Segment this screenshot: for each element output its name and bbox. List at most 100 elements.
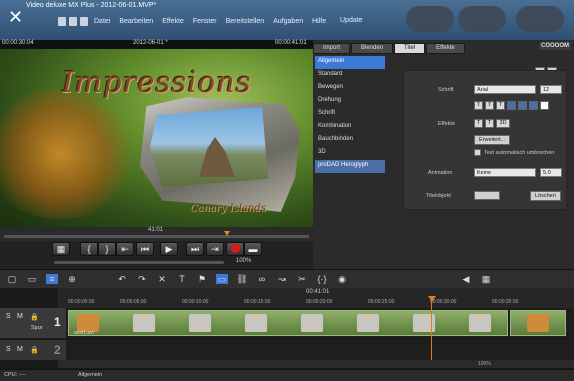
category-bewegen[interactable]: Bewegen [315, 82, 385, 95]
animation-duration[interactable]: 5.0 [540, 168, 562, 177]
video-track-2[interactable]: S M 🔒 2 [0, 340, 574, 360]
zoom-slider[interactable] [54, 261, 224, 264]
butterfly-background [0, 89, 140, 219]
menu-datei[interactable]: Datei [91, 17, 113, 26]
preview-zoom: 100% [0, 257, 313, 267]
category-drehung[interactable]: Drehung [315, 95, 385, 108]
fx-icon[interactable]: {·} [316, 274, 328, 284]
multitrack-view-icon[interactable]: ≡ [46, 274, 58, 284]
tab-import[interactable]: Import [313, 43, 351, 54]
solo-button[interactable]: S [6, 313, 11, 320]
align-left-icon[interactable] [507, 101, 516, 110]
extended-button[interactable]: Erweitert... [474, 135, 511, 145]
category-schrift[interactable]: Schrift [315, 108, 385, 121]
title-object-button[interactable] [474, 191, 500, 200]
wrap-text-checkbox[interactable] [474, 149, 481, 156]
more-options-button[interactable] [458, 6, 506, 32]
next-frame-button[interactable]: ⇥ [206, 242, 224, 256]
razor-icon[interactable]: ✂ [296, 274, 308, 284]
align-center-icon[interactable] [518, 101, 527, 110]
mute-button[interactable]: M [17, 346, 23, 353]
category-allgemein[interactable]: Allgemein [315, 56, 385, 69]
italic-button[interactable]: T [485, 101, 494, 110]
preview-scrubber[interactable]: 41:01 [0, 227, 313, 241]
timeline-view-icon[interactable]: ▭ [26, 274, 38, 284]
ruler-tick: 00:00:35:00 [492, 299, 519, 305]
video-clip[interactable] [510, 310, 566, 336]
lock-icon[interactable]: 🔒 [30, 313, 39, 321]
storyboard-view-icon[interactable]: ▢ [6, 274, 18, 284]
step-back-button[interactable]: ⏮ [136, 242, 154, 256]
redo-icon[interactable]: ↷ [136, 274, 148, 284]
category-3d[interactable]: 3D [315, 147, 385, 160]
save-icon[interactable] [80, 17, 88, 26]
category-kombination[interactable]: Kombination [315, 121, 385, 134]
scrubber-handle[interactable] [224, 231, 230, 236]
lens-search-button[interactable] [406, 6, 454, 32]
color-swatch[interactable] [540, 101, 549, 110]
tab-blenden[interactable]: Blenden [351, 43, 394, 54]
new-file-icon[interactable] [58, 17, 66, 26]
category-standard[interactable]: Standard [315, 69, 385, 82]
tab-effekte[interactable]: Effekte [426, 43, 465, 54]
marker-icon[interactable]: ⚑ [196, 274, 208, 284]
play-button[interactable]: ▶ [160, 242, 178, 256]
open-file-icon[interactable] [69, 17, 77, 26]
editor-toolbar: ▢ ▭ ≡ ⊕ ↶ ↷ ✕ T ⚑ ▭ ⛓ ∞ ↝ ✂ {·} ◉ ◀ ▦ [0, 269, 574, 288]
mark-in-button[interactable]: { [80, 242, 98, 256]
video-preview[interactable]: Impressions Canary Islands [0, 49, 313, 227]
underline-button[interactable]: T [496, 101, 505, 110]
effects-icon[interactable]: ⊕ [66, 274, 78, 284]
step-forward-button[interactable]: ⏭ [186, 242, 204, 256]
link-icon[interactable]: ⛓ [236, 274, 248, 284]
mark-out-button[interactable]: } [98, 242, 116, 256]
select-mode-icon[interactable]: ▭ [216, 274, 228, 284]
close-overlay-button[interactable] [516, 6, 564, 32]
marker-button[interactable]: ▦ [52, 242, 70, 256]
tab-titel[interactable]: Titel [394, 43, 426, 54]
scrubber-track[interactable] [4, 235, 309, 238]
delete-button[interactable]: Löschen [530, 191, 561, 201]
update-link[interactable]: Update [340, 17, 363, 24]
category-bauchbinden[interactable]: Bauchbinden [315, 134, 385, 147]
bold-button[interactable]: T [474, 101, 483, 110]
timeline-scrollbar[interactable]: 100% [58, 360, 574, 368]
menu-bereitstellen[interactable]: Bereitstellen [223, 17, 268, 26]
video-clip[interactable] [68, 310, 508, 336]
prev-frame-button[interactable]: ⇤ [116, 242, 134, 256]
timeline-playhead[interactable] [431, 296, 432, 360]
solo-button[interactable]: S [6, 346, 11, 353]
align-right-icon[interactable] [529, 101, 538, 110]
preview-eye-icon[interactable]: ◉ [336, 274, 348, 284]
font-select[interactable]: Arial [474, 85, 536, 94]
undo-icon[interactable]: ↶ [116, 274, 128, 284]
animation-select[interactable]: Keine [474, 168, 536, 177]
close-icon[interactable]: ✕ [8, 8, 26, 26]
playhead-handle[interactable] [428, 296, 436, 302]
volume-icon[interactable]: ◀ [460, 274, 472, 284]
effect-outline-icon[interactable]: T [474, 119, 483, 128]
clip-thumbnail [245, 314, 267, 332]
menu-fenster[interactable]: Fenster [190, 17, 220, 26]
text-tool-icon[interactable]: T [176, 274, 188, 284]
mixer-icon[interactable]: ▦ [480, 274, 492, 284]
wrap-text-label: Text automatisch umbrechen [484, 149, 555, 156]
mute-button[interactable]: M [17, 313, 23, 320]
timeline-ruler[interactable]: 00:41:01 00:00:00:00 00:00:05:00 00:00:1… [58, 288, 574, 308]
wrap-text-option[interactable]: Text automatisch umbrechen [474, 149, 554, 156]
lock-icon[interactable]: 🔒 [30, 346, 39, 354]
ruler-tick: 00:00:10:00 [182, 299, 209, 305]
effect-shadow-icon[interactable]: T [485, 119, 494, 128]
mix-icon[interactable]: ↝ [276, 274, 288, 284]
group-icon[interactable]: ∞ [256, 274, 268, 284]
category-prodad-heroglyph[interactable]: proDAD Heroglyph [315, 160, 385, 173]
record-button[interactable] [226, 242, 244, 256]
stop-button[interactable]: ▬ [244, 242, 262, 256]
menu-hilfe[interactable]: Hilfe [309, 17, 329, 26]
menu-bearbeiten[interactable]: Bearbeiten [116, 17, 156, 26]
effect-3d-button[interactable]: 3D [496, 119, 510, 128]
menu-aufgaben[interactable]: Aufgaben [270, 17, 306, 26]
delete-icon[interactable]: ✕ [156, 274, 168, 284]
font-size-select[interactable]: 12 [540, 85, 562, 94]
menu-effekte[interactable]: Effekte [159, 17, 187, 26]
